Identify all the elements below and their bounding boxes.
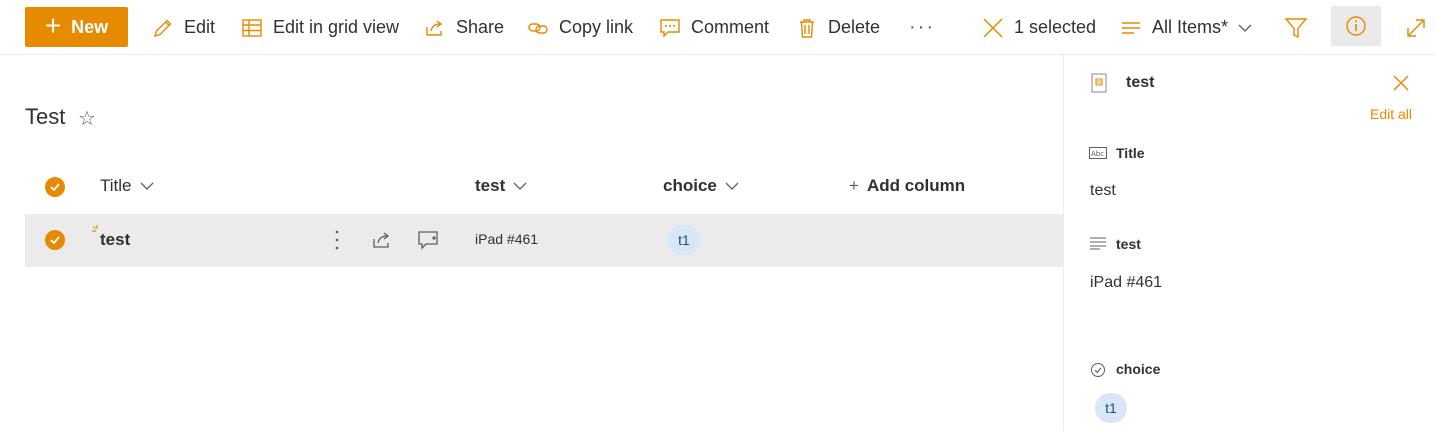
more-vertical-icon[interactable] <box>327 228 347 252</box>
edit-label: Edit <box>184 17 216 37</box>
select-all-checkbox[interactable] <box>45 177 65 197</box>
comment-button[interactable]: Comment <box>659 0 769 55</box>
choice-icon <box>1089 361 1107 379</box>
checkmark-icon <box>50 183 60 192</box>
multiline-text-icon <box>1089 236 1107 250</box>
column-header-label: Title <box>100 176 132 195</box>
plus-icon: + <box>44 10 62 41</box>
comment-label: Comment <box>691 17 770 37</box>
delete-button[interactable]: Delete <box>796 0 880 55</box>
selected-count-label: 1 selected <box>1014 17 1097 37</box>
trash-icon <box>796 17 818 39</box>
edit-grid-label: Edit in grid view <box>273 17 400 37</box>
edit-all-link[interactable]: Edit all <box>1370 106 1412 122</box>
info-icon <box>1345 15 1367 37</box>
comment-icon <box>659 17 681 39</box>
field-value-test[interactable]: iPad #461 <box>1090 274 1162 292</box>
edit-grid-button[interactable]: Edit in grid view <box>241 0 399 55</box>
field-value-title[interactable]: test <box>1090 182 1116 200</box>
close-icon <box>982 17 1004 39</box>
copy-link-button[interactable]: Copy link <box>527 0 633 55</box>
share-icon <box>424 17 446 39</box>
lines-icon <box>1120 17 1142 39</box>
svg-text:Abc: Abc <box>1091 150 1104 158</box>
field-label-choice: choice <box>1116 361 1161 377</box>
add-comment-icon[interactable] <box>416 228 440 252</box>
row-title-link[interactable]: test <box>100 230 130 250</box>
field-label-test: test <box>1116 236 1141 252</box>
column-header-title[interactable]: Title <box>100 176 154 196</box>
share-icon[interactable] <box>370 228 394 252</box>
chevron-down-icon <box>513 179 527 193</box>
edit-button[interactable]: Edit <box>152 0 215 55</box>
delete-label: Delete <box>828 17 881 37</box>
details-title: test <box>1126 74 1155 91</box>
table-row[interactable] <box>25 214 1063 267</box>
column-header-test[interactable]: test <box>475 176 527 196</box>
info-button[interactable] <box>1331 6 1381 46</box>
copy-link-label: Copy link <box>559 17 634 37</box>
choice-pill: t1 <box>668 225 700 255</box>
pencil-icon <box>152 17 174 39</box>
column-header-choice[interactable]: choice <box>663 176 739 196</box>
list-item-icon <box>1090 73 1108 93</box>
expand-icon[interactable] <box>1403 15 1429 41</box>
row-checkbox[interactable] <box>45 230 65 250</box>
command-bar: + New Edit Edit in grid view Share Copy … <box>0 0 1436 55</box>
new-button-label: New <box>71 16 109 37</box>
share-label: Share <box>456 17 505 37</box>
view-selector[interactable]: All Items* <box>1120 0 1252 55</box>
add-column-label: Add column <box>866 176 966 195</box>
plus-icon: + <box>849 176 859 195</box>
text-field-icon: Abc <box>1089 146 1107 160</box>
grid-icon <box>241 17 263 39</box>
link-icon <box>527 17 549 39</box>
checkmark-icon <box>50 236 60 245</box>
column-header-label: test <box>475 176 506 195</box>
field-value-choice[interactable]: t1 <box>1095 393 1127 423</box>
page-title: Test <box>25 104 66 129</box>
share-button[interactable]: Share <box>424 0 504 55</box>
cell-test-value: iPad #461 <box>475 231 539 247</box>
chevron-down-icon <box>725 179 739 193</box>
choice-pill-label: t1 <box>668 225 700 255</box>
star-icon[interactable]: ☆ <box>78 106 96 131</box>
view-label: All Items* <box>1152 17 1229 37</box>
chevron-down-icon <box>140 179 154 193</box>
chevron-down-icon <box>1238 21 1252 35</box>
field-label-title: Title <box>1116 145 1145 161</box>
column-header-label: choice <box>663 176 717 195</box>
add-column-button[interactable]: + Add column <box>849 176 965 196</box>
close-pane-icon[interactable] <box>1390 72 1412 94</box>
clear-selection-button[interactable]: 1 selected <box>982 0 1096 55</box>
new-button[interactable]: + New <box>25 7 128 47</box>
filter-icon[interactable] <box>1283 15 1309 41</box>
choice-pill-label: t1 <box>1095 393 1127 423</box>
more-options-button[interactable]: ··· <box>909 0 935 55</box>
